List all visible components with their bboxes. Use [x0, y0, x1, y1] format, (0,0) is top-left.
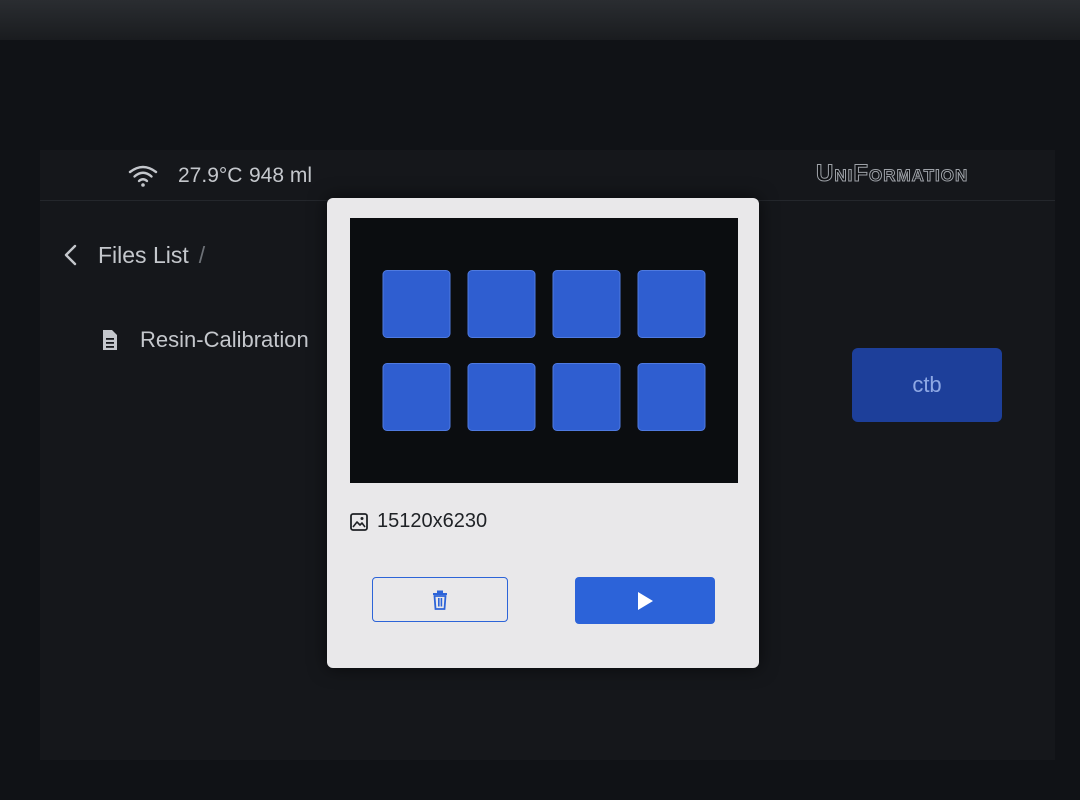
breadcrumb-files-list[interactable]: Files List [98, 242, 189, 269]
resolution-text: 15120x6230 [377, 510, 488, 532]
delete-button[interactable] [372, 577, 508, 622]
file-type-button[interactable]: ctb [852, 348, 1002, 422]
calibration-tile [637, 363, 706, 431]
calibration-tile [552, 270, 621, 338]
calibration-tile [382, 363, 451, 431]
file-icon [103, 330, 117, 350]
trash-icon [433, 590, 447, 610]
file-preview-dialog: 15120x6230 [327, 198, 759, 668]
calibration-tile [467, 363, 536, 431]
calibration-tile [552, 363, 621, 431]
play-icon [638, 591, 653, 610]
device-bezel [0, 0, 1080, 40]
image-icon [350, 512, 368, 531]
file-name: Resin-Calibration [140, 327, 309, 352]
file-list-item[interactable]: Resin-Calibration [100, 320, 309, 360]
calibration-tile [467, 270, 536, 338]
resin-volume-readout: 948 ml [249, 164, 313, 187]
resolution-info: 15120x6230 [349, 510, 487, 533]
chevron-left-icon[interactable] [60, 242, 82, 268]
breadcrumb-separator: / [198, 241, 206, 268]
calibration-tile [637, 270, 706, 338]
layer-preview-image [350, 218, 738, 483]
temperature-readout: 27.9°C [178, 164, 243, 187]
status-bar: 27.9°C 948 ml UniFormation [40, 150, 1055, 201]
start-print-button[interactable] [575, 577, 715, 624]
brand-logo: UniFormation [815, 160, 969, 188]
wifi-icon [128, 165, 158, 187]
calibration-tile [382, 270, 451, 338]
breadcrumb: Files List / [60, 240, 205, 270]
